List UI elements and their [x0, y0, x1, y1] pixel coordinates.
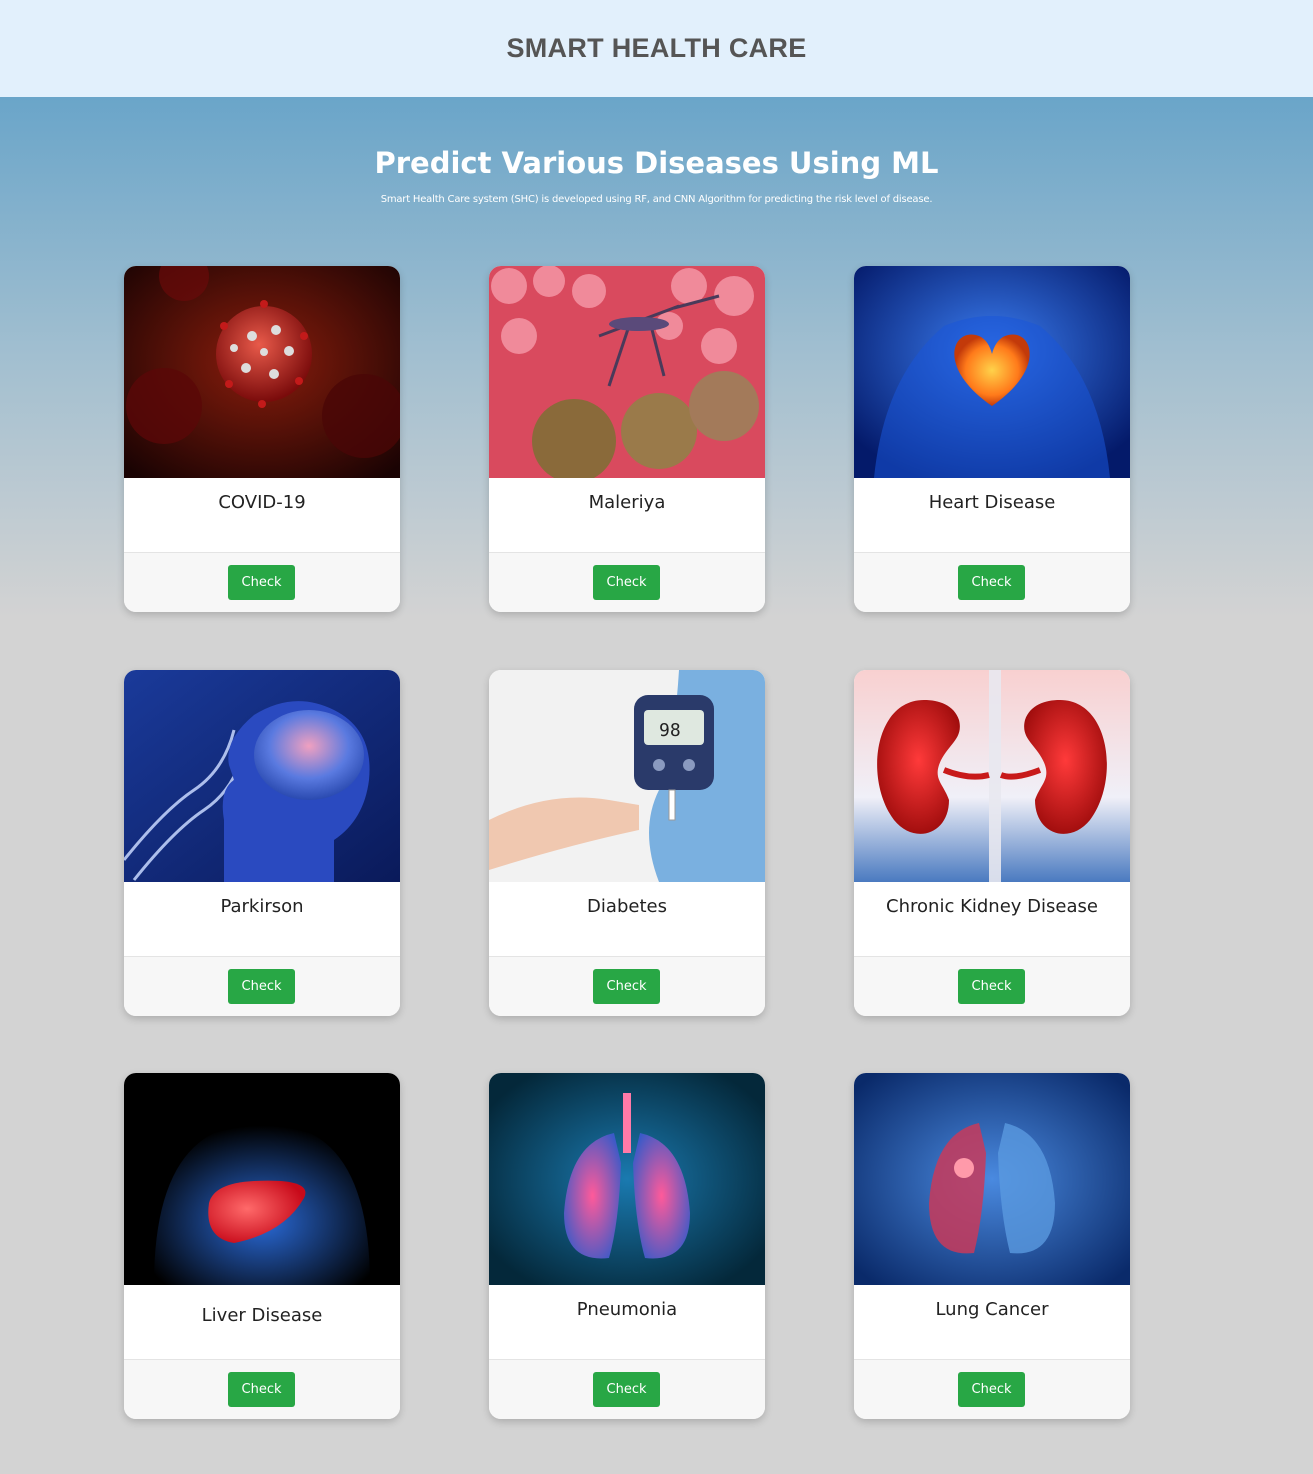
brain-icon — [124, 670, 400, 882]
check-maleriya-button[interactable]: Check — [593, 565, 660, 600]
lungs-icon — [489, 1073, 765, 1285]
card-title: Heart Disease — [928, 492, 1056, 513]
disease-card-liver-disease: Liver Disease Check — [124, 1073, 400, 1419]
card-footer: Check — [854, 956, 1130, 1016]
card-title: Maleriya — [588, 492, 666, 513]
lung-tumor-icon — [854, 1073, 1130, 1285]
card-footer: Check — [124, 552, 400, 612]
card-footer: Check — [124, 956, 400, 1016]
check-diabetes-button[interactable]: Check — [593, 969, 660, 1004]
card-title: Pneumonia — [576, 1299, 678, 1320]
card-title: COVID-19 — [218, 492, 306, 513]
heart-icon — [854, 266, 1130, 478]
virus-icon — [124, 266, 400, 478]
check-lung-cancer-button[interactable]: Check — [958, 1372, 1025, 1407]
check-chronic-kidney-disease-button[interactable]: Check — [958, 969, 1025, 1004]
card-footer: Check — [489, 1359, 765, 1419]
card-title: Parkirson — [220, 896, 304, 917]
glucometer-icon: 98 — [489, 670, 765, 882]
glucometer-reading: 98 — [659, 720, 681, 741]
card-footer: Check — [124, 1359, 400, 1419]
top-navbar: SMART HEALTH CARE — [0, 0, 1313, 97]
disease-card-covid19: COVID-19 Check — [124, 266, 400, 612]
check-pneumonia-button[interactable]: Check — [593, 1372, 660, 1407]
hero-title: Predict Various Diseases Using ML — [374, 146, 939, 180]
disease-card-pneumonia: Pneumonia Check — [489, 1073, 765, 1419]
card-footer: Check — [854, 1359, 1130, 1419]
card-title: Liver Disease — [201, 1305, 323, 1326]
disease-card-parkirson: Parkirson Check — [124, 670, 400, 1016]
disease-card-chronic-kidney-disease: Chronic Kidney Disease Check — [854, 670, 1130, 1016]
card-footer: Check — [854, 552, 1130, 612]
card-title: Chronic Kidney Disease — [886, 896, 1098, 917]
check-heart-disease-button[interactable]: Check — [958, 565, 1025, 600]
check-liver-disease-button[interactable]: Check — [228, 1372, 295, 1407]
disease-card-maleriya: Maleriya Check — [489, 266, 765, 612]
disease-card-lung-cancer: Lung Cancer Check — [854, 1073, 1130, 1419]
mosquito-icon — [489, 266, 765, 478]
disease-card-heart-disease: Heart Disease Check — [854, 266, 1130, 612]
card-footer: Check — [489, 552, 765, 612]
liver-icon — [124, 1073, 400, 1285]
disease-card-diabetes: 98 Diabetes Check — [489, 670, 765, 1016]
kidney-icon — [854, 670, 1130, 882]
check-parkirson-button[interactable]: Check — [228, 969, 295, 1004]
card-footer: Check — [489, 956, 765, 1016]
card-title: Lung Cancer — [935, 1299, 1049, 1320]
hero-subtitle: Smart Health Care system (SHC) is develo… — [380, 194, 933, 205]
card-title: Diabetes — [587, 896, 667, 917]
check-covid19-button[interactable]: Check — [228, 565, 295, 600]
brand-title[interactable]: SMART HEALTH CARE — [506, 33, 806, 64]
